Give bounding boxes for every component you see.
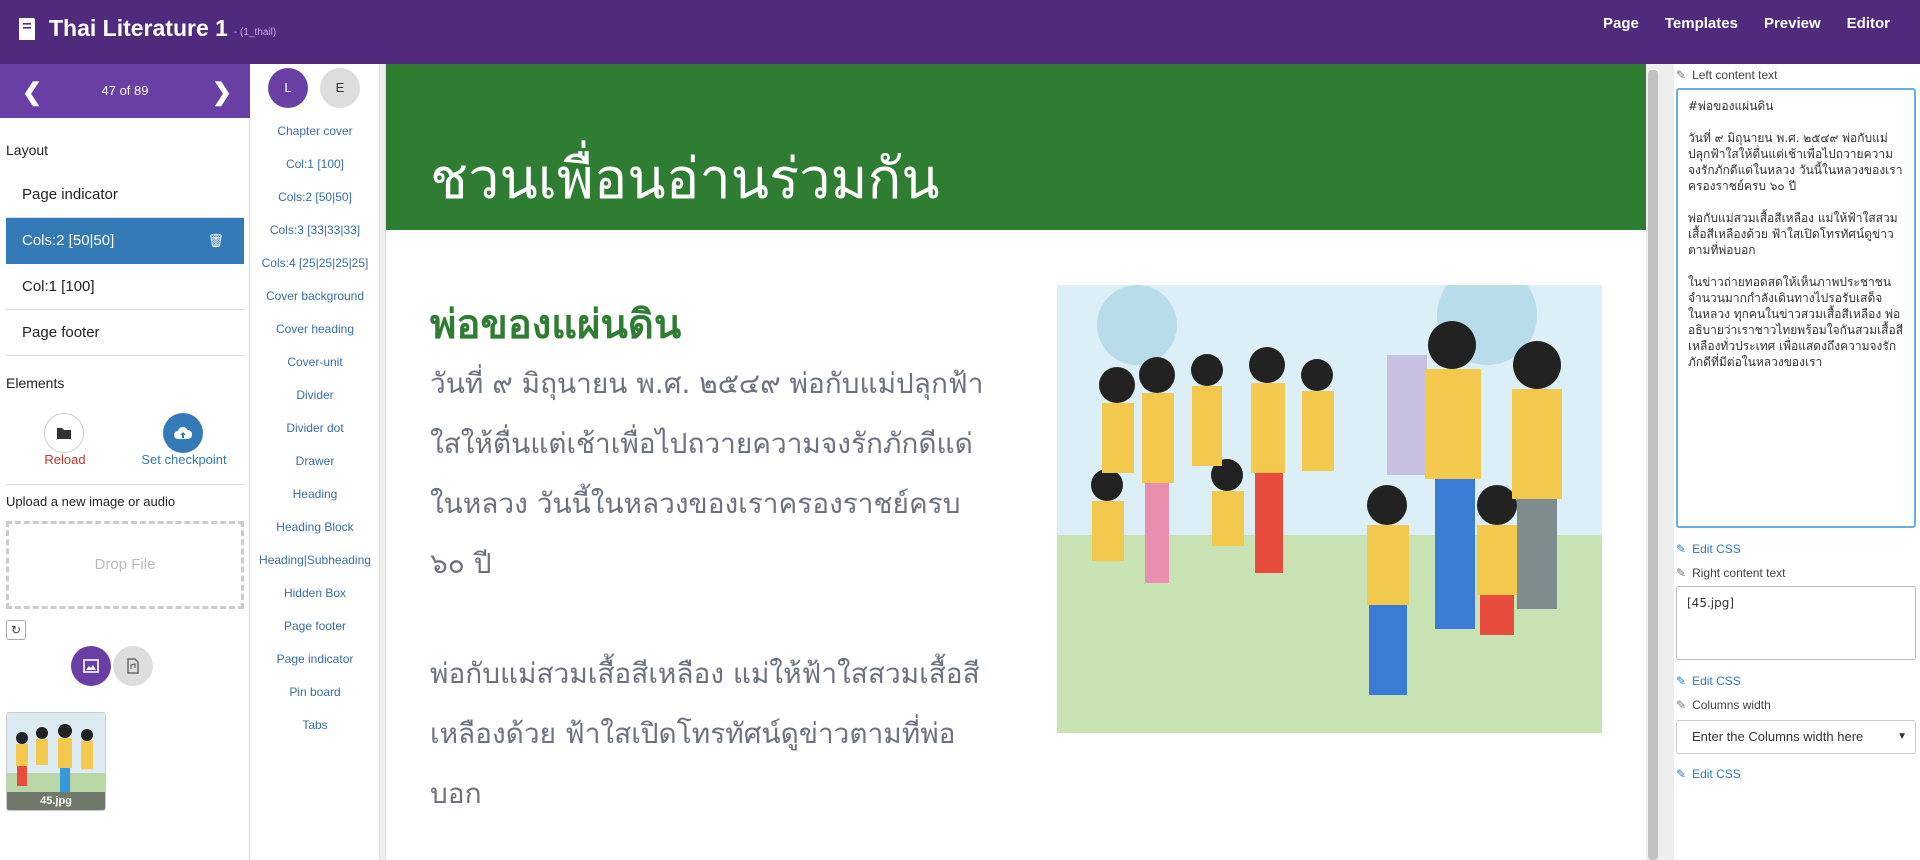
layout-item-page-footer[interactable]: Page footer bbox=[6, 310, 244, 356]
trash-icon[interactable]: 🗑 bbox=[207, 218, 224, 264]
left-panel: ❮ 47 of 89 ❯ Layout Page indicator Cols:… bbox=[0, 64, 250, 860]
lang-button-e[interactable]: E bbox=[320, 68, 360, 108]
nav-preview[interactable]: Preview bbox=[1764, 15, 1821, 32]
component-heading-subheading[interactable]: Heading|Subheading bbox=[250, 553, 380, 567]
thumbnail-name: 45.jpg bbox=[7, 792, 105, 810]
paragraph-2: พ่อกับแม่สวมเสื้อสีเหลือง แม่ให้ฟ้าใสสวม… bbox=[430, 657, 980, 810]
edit-css-link-3[interactable]: ✎ Edit CSS bbox=[1676, 767, 1741, 781]
component-cover-heading[interactable]: Cover heading bbox=[250, 322, 380, 336]
top-bar: Thai Literature 1 - (1_thail) Page Templ… bbox=[0, 0, 1920, 64]
folder-icon bbox=[57, 428, 71, 439]
reload-label[interactable]: Reload bbox=[30, 452, 100, 467]
component-heading[interactable]: Heading bbox=[250, 487, 380, 501]
layout-item-page-indicator[interactable]: Page indicator bbox=[6, 172, 244, 218]
layout-item-label: Cols:2 [50|50] bbox=[22, 232, 115, 249]
left-content-label-text: Left content text bbox=[1692, 68, 1778, 82]
nav-editor[interactable]: Editor bbox=[1847, 15, 1890, 32]
edit-icon: ✎ bbox=[1676, 68, 1687, 82]
component-cover-background[interactable]: Cover background bbox=[250, 289, 380, 303]
set-checkpoint-label[interactable]: Set checkpoint bbox=[134, 452, 234, 467]
columns-width-placeholder: Enter the Columns width here bbox=[1692, 729, 1864, 744]
chapter-title: ชวนเพื่อนอ่านร่วมกัน bbox=[430, 147, 940, 212]
illustration-image[interactable] bbox=[1057, 265, 1602, 733]
component-chapter-cover[interactable]: Chapter cover bbox=[250, 124, 380, 138]
divider bbox=[6, 484, 244, 485]
family-illustration bbox=[1057, 265, 1602, 733]
component-col1[interactable]: Col:1 [100] bbox=[250, 157, 380, 171]
component-divider-dot[interactable]: Divider dot bbox=[250, 421, 380, 435]
component-tabs[interactable]: Tabs bbox=[250, 718, 380, 732]
page-preview: ชวนเพื่อนอ่านร่วมกัน พ่อของแผ่นดิน วันที… bbox=[386, 64, 1646, 860]
image-type-button[interactable] bbox=[71, 646, 111, 686]
component-page-footer[interactable]: Page footer bbox=[250, 619, 380, 633]
columns-width-label-text: Columns width bbox=[1692, 698, 1771, 712]
right-gutter bbox=[1660, 64, 1674, 860]
right-content-label: ✎ Right content text bbox=[1676, 566, 1785, 580]
pager: ❮ 47 of 89 ❯ bbox=[0, 64, 250, 118]
left-content-label: ✎ Left content text bbox=[1676, 68, 1777, 82]
edit-icon: ✎ bbox=[1676, 767, 1687, 781]
cloud-upload-icon bbox=[174, 426, 192, 439]
edit-css-text: Edit CSS bbox=[1692, 767, 1741, 781]
edit-icon: ✎ bbox=[1676, 674, 1687, 688]
paragraph-1: วันที่ ๙ มิถุนายน พ.ศ. ๒๕๔๙ พ่อกับแม่ปลุ… bbox=[430, 367, 984, 580]
audio-type-button[interactable] bbox=[113, 646, 153, 686]
component-drawer[interactable]: Drawer bbox=[250, 454, 380, 468]
chevron-down-icon: ▼ bbox=[1897, 731, 1907, 742]
reload-button[interactable] bbox=[44, 413, 84, 453]
editor-panel: ✎ Left content text #พ่อของแผ่นดิน วันที่… bbox=[1674, 64, 1920, 860]
component-cols2[interactable]: Cols:2 [50|50] bbox=[250, 190, 380, 204]
columns-width-select[interactable]: Enter the Columns width here ▼ bbox=[1676, 720, 1916, 754]
edit-css-text: Edit CSS bbox=[1692, 674, 1741, 688]
file-audio-icon bbox=[127, 658, 139, 674]
content-heading: พ่อของแผ่นดิน bbox=[430, 302, 682, 348]
component-cols4[interactable]: Cols:4 [25|25|25|25] bbox=[250, 256, 380, 270]
book-icon bbox=[19, 17, 35, 40]
right-content-label-text: Right content text bbox=[1692, 566, 1786, 580]
layout-label: Layout bbox=[6, 142, 49, 158]
next-page-icon[interactable]: ❯ bbox=[212, 78, 232, 107]
nav-page[interactable]: Page bbox=[1603, 15, 1639, 32]
component-hidden-box[interactable]: Hidden Box bbox=[250, 586, 380, 600]
edit-css-text: Edit CSS bbox=[1692, 542, 1741, 556]
edit-icon: ✎ bbox=[1676, 698, 1687, 712]
chapter-cover[interactable]: ชวนเพื่อนอ่านร่วมกัน bbox=[386, 64, 1646, 230]
layout-item-cols2[interactable]: Cols:2 [50|50] 🗑 bbox=[6, 218, 244, 264]
component-divider[interactable]: Divider bbox=[250, 388, 380, 402]
preview-scrollbar[interactable] bbox=[1646, 64, 1660, 860]
component-cols3[interactable]: Cols:3 [33|33|33] bbox=[250, 223, 380, 237]
columns-width-label: ✎ Columns width bbox=[1676, 698, 1771, 712]
left-content-textarea[interactable]: #พ่อของแผ่นดิน วันที่ ๙ มิถุนายน พ.ศ. ๒๕… bbox=[1676, 88, 1916, 528]
scrollbar-thumb[interactable] bbox=[1648, 70, 1658, 860]
component-cover-unit[interactable]: Cover-unit bbox=[250, 355, 380, 369]
elements-label: Elements bbox=[6, 375, 65, 391]
edit-icon: ✎ bbox=[1676, 542, 1687, 556]
brand[interactable]: Thai Literature 1 - (1_thail) bbox=[15, 15, 276, 42]
component-pin-board[interactable]: Pin board bbox=[250, 685, 380, 699]
image-icon bbox=[83, 659, 99, 673]
app-code: - (1_thail) bbox=[233, 27, 277, 38]
nav-templates[interactable]: Templates bbox=[1665, 15, 1738, 32]
top-nav: Page Templates Preview Editor bbox=[1577, 15, 1890, 32]
edit-css-link-2[interactable]: ✎ Edit CSS bbox=[1676, 674, 1741, 688]
layout-item-col1[interactable]: Col:1 [100] bbox=[6, 264, 244, 310]
lang-button-l[interactable]: L bbox=[268, 68, 308, 108]
right-content-textarea[interactable]: [45.jpg] bbox=[1676, 586, 1916, 660]
upload-label: Upload a new image or audio bbox=[6, 494, 176, 509]
app-title: Thai Literature 1 bbox=[49, 15, 228, 41]
image-thumbnail[interactable]: 45.jpg bbox=[6, 712, 106, 811]
component-page-indicator[interactable]: Page indicator bbox=[250, 652, 380, 666]
component-heading-block[interactable]: Heading Block bbox=[250, 520, 380, 534]
edit-css-link-1[interactable]: ✎ Edit CSS bbox=[1676, 542, 1741, 556]
refresh-icon[interactable]: ↻ bbox=[6, 620, 26, 640]
drop-zone[interactable]: Drop File bbox=[6, 521, 244, 609]
edit-icon: ✎ bbox=[1676, 566, 1687, 580]
components-column: L E Chapter cover Col:1 [100] Cols:2 [50… bbox=[250, 64, 380, 860]
set-checkpoint-button[interactable] bbox=[163, 413, 203, 453]
